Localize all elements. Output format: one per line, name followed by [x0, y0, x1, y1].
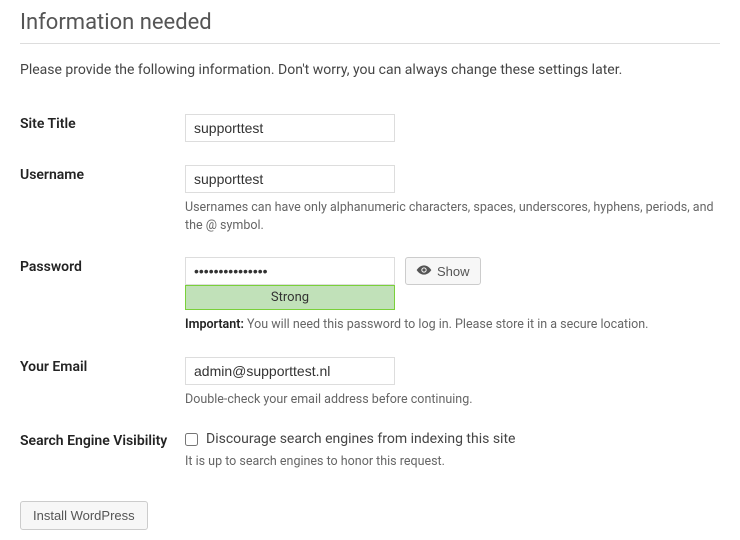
site-title-input[interactable]	[185, 114, 395, 142]
search-engine-checkbox[interactable]	[185, 433, 198, 446]
page-heading: Information needed	[20, 10, 720, 35]
password-input[interactable]	[185, 257, 395, 285]
password-strength-meter: Strong	[185, 285, 395, 310]
search-engine-description: It is up to search engines to honor this…	[185, 453, 720, 471]
search-engine-label: Search Engine Visibility	[20, 423, 185, 486]
install-wordpress-button[interactable]: Install WordPress	[20, 501, 148, 530]
show-password-button[interactable]: Show	[405, 257, 481, 285]
search-engine-checkbox-label: Discourage search engines from indexing …	[206, 431, 515, 447]
username-description: Usernames can have only alphanumeric cha…	[185, 199, 720, 234]
email-input[interactable]	[185, 357, 395, 385]
username-label: Username	[20, 157, 185, 249]
email-description: Double-check your email address before c…	[185, 391, 720, 409]
site-title-label: Site Title	[20, 106, 185, 157]
password-important-note: Important: You will need this password t…	[185, 316, 720, 334]
password-important-text: You will need this password to log in. P…	[244, 317, 649, 332]
install-form: Site Title Username Usernames can have o…	[20, 106, 720, 486]
password-label: Password	[20, 249, 185, 349]
heading-divider	[20, 43, 720, 44]
email-label: Your Email	[20, 349, 185, 424]
show-password-label: Show	[437, 264, 470, 279]
username-input[interactable]	[185, 165, 395, 193]
intro-text: Please provide the following information…	[20, 62, 720, 78]
eye-icon	[416, 262, 432, 281]
password-important-label: Important:	[185, 317, 244, 332]
